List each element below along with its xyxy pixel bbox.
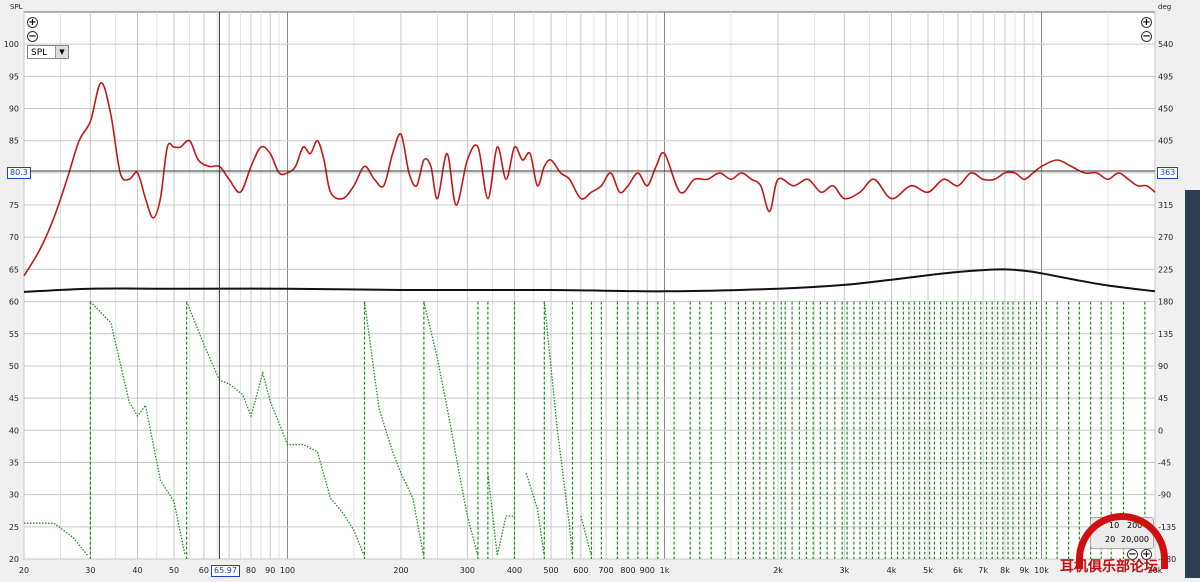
cursor-y-readout: 80.3 — [7, 167, 31, 179]
x-tick-label: 5k — [923, 566, 933, 575]
x-tick-label: 500 — [543, 566, 558, 575]
side-panel-strip — [1185, 190, 1200, 578]
y-tick-label: 75 — [9, 201, 19, 210]
y-tick-label: 25 — [9, 523, 19, 532]
y2-tick-label: 540 — [1158, 40, 1173, 49]
x-tick-label: 800 — [620, 566, 635, 575]
x-tick-label: 2k — [773, 566, 783, 575]
x-tick-label: 1k — [660, 566, 670, 575]
x-tick-label: 4k — [887, 566, 897, 575]
plot-area — [23, 11, 1156, 560]
y-tick-label: 70 — [9, 233, 19, 242]
zoom-out-right-icon[interactable]: − — [1141, 31, 1152, 42]
y-tick-label: 40 — [9, 426, 19, 435]
x-tick-label: 20 — [19, 566, 29, 575]
y-tick-label: 20 — [9, 555, 19, 564]
y2-tick-label: 315 — [1158, 201, 1173, 210]
y-tick-label: 85 — [9, 137, 19, 146]
x-tick-label: 400 — [507, 566, 522, 575]
x-tick-label: 9k — [1019, 566, 1029, 575]
zoom-in-right-icon[interactable]: + — [1141, 17, 1152, 28]
x-tick-label: 300 — [460, 566, 475, 575]
y2-tick-label: -45 — [1158, 458, 1171, 467]
zoom-out-icon[interactable]: − — [27, 31, 38, 42]
y-tick-label: 65 — [9, 265, 19, 274]
y2-tick-label: 405 — [1158, 137, 1173, 146]
x-tick-label: 700 — [598, 566, 613, 575]
cursor-x-readout: 65.97 — [211, 565, 240, 577]
y2-tick-label: -135 — [1158, 523, 1176, 532]
x-tick-label: 50 — [169, 566, 179, 575]
y2-tick-label: 270 — [1158, 233, 1173, 242]
x-tick-label: 100 — [280, 566, 295, 575]
y2-tick-label: 45 — [1158, 394, 1168, 403]
y-tick-label: 90 — [9, 105, 19, 114]
spl-selector-label: SPL — [31, 48, 48, 58]
y2-tick-label: 0 — [1158, 426, 1163, 435]
x-tick-label: 10k — [1034, 566, 1049, 575]
watermark-text: 耳机俱乐部论坛 — [1060, 559, 1158, 575]
y2-tick-label: 180 — [1158, 298, 1173, 307]
y2-axis-title: deg — [1158, 3, 1171, 11]
x-tick-label: 60 — [199, 566, 209, 575]
y-tick-label: 100 — [4, 40, 19, 49]
y2-tick-label: 450 — [1158, 105, 1173, 114]
x-tick-label: 900 — [640, 566, 655, 575]
measurement-graph: 2030405060708090100200300400500600700800… — [0, 0, 1200, 578]
x-tick-label: 40 — [132, 566, 142, 575]
y-tick-label: 60 — [9, 298, 19, 307]
y-tick-label: 30 — [9, 491, 19, 500]
y2-tick-label: 495 — [1158, 72, 1173, 81]
x-tick-label: 200 — [393, 566, 408, 575]
x-tick-label: 90 — [265, 566, 275, 575]
x-tick-label: 6k — [953, 566, 963, 575]
y-tick-label: 35 — [9, 458, 19, 467]
x-tick-label: 80 — [246, 566, 256, 575]
y2-tick-label: 225 — [1158, 265, 1173, 274]
x-tick-label: 3k — [840, 566, 850, 575]
y2-tick-label: -90 — [1158, 491, 1171, 500]
frequency-response-chart[interactable]: 2030405060708090100200300400500600700800… — [0, 0, 1200, 578]
x-tick-label: 600 — [573, 566, 588, 575]
y-tick-label: 55 — [9, 330, 19, 339]
x-tick-label: 7k — [978, 566, 988, 575]
cursor-phase-readout: 363 — [1157, 167, 1179, 179]
x-tick-label: 30 — [85, 566, 95, 575]
y2-tick-label: 90 — [1158, 362, 1168, 371]
y-tick-label: 50 — [9, 362, 19, 371]
y-tick-label: 45 — [9, 394, 19, 403]
zoom-in-icon[interactable]: + — [27, 17, 38, 28]
y-tick-label: 95 — [9, 72, 19, 81]
y-axis-title: SPL — [10, 3, 23, 11]
x-tick-label: 8k — [1000, 566, 1010, 575]
chevron-down-icon[interactable]: ▼ — [55, 46, 68, 58]
y2-tick-label: 135 — [1158, 330, 1173, 339]
spl-selector[interactable]: SPL ▼ — [27, 45, 69, 59]
